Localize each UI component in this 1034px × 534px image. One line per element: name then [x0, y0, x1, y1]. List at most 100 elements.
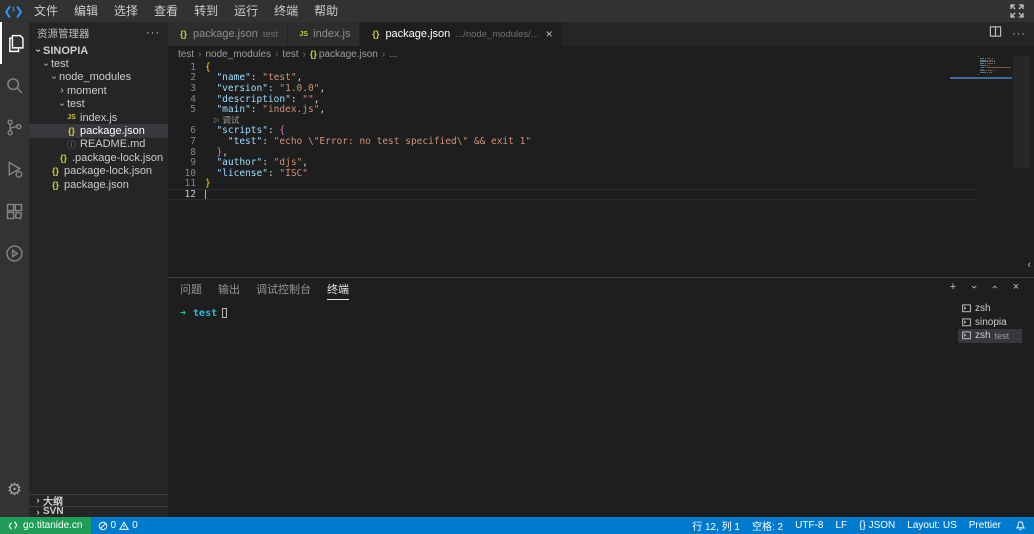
tree-item-SINOPIA[interactable]: ›SINOPIA [29, 44, 168, 57]
tree-item-node_modules[interactable]: ›node_modules [29, 71, 168, 84]
warnings-icon [119, 521, 129, 531]
maximize-panel-icon[interactable]: › [989, 281, 1001, 293]
notifications-bell-icon[interactable] [1007, 520, 1034, 531]
status-item-UTF-8[interactable]: UTF-8 [789, 520, 829, 531]
tab-index.js[interactable]: JSindex.js [288, 22, 360, 46]
tree-item-label: test [51, 58, 69, 70]
code-line-6[interactable]: 6 "scripts": { [168, 126, 978, 137]
tree-item-label: README.md [80, 138, 145, 150]
tree-item-package.json[interactable]: {}package.json [29, 178, 168, 191]
menu-转到[interactable]: 转到 [186, 0, 226, 22]
tree-item-test[interactable]: ›test [29, 57, 168, 70]
tree-item-label: index.js [80, 112, 117, 124]
run-debug-icon[interactable] [0, 148, 29, 190]
line-number: 11 [168, 178, 196, 189]
terminal-instance-zsh[interactable]: zsh [958, 302, 1022, 316]
breadcrumb-label: ... [389, 49, 397, 60]
collapse-right-chevron-icon[interactable]: ‹ [1027, 259, 1031, 271]
new-terminal-icon[interactable]: + [947, 281, 959, 293]
source-control-icon[interactable] [0, 106, 29, 148]
menu-编辑[interactable]: 编辑 [66, 0, 106, 22]
minimap[interactable] [978, 56, 1012, 78]
js-file-icon: JS [297, 31, 310, 38]
breadcrumb-item-package.json[interactable]: ›{}package.json [299, 49, 378, 60]
status-item-Layout-US[interactable]: Layout: US [901, 520, 962, 531]
menu-选择[interactable]: 选择 [106, 0, 146, 22]
live-server-icon[interactable] [0, 232, 29, 274]
breadcrumb-label: test [178, 49, 194, 60]
code-line-9[interactable]: 9 "author": "djs", [168, 157, 978, 168]
status-item--JSON[interactable]: {} JSON [853, 520, 901, 531]
code-line-1[interactable]: 1{ [168, 62, 978, 73]
section-大纲[interactable]: ›大纲 [29, 494, 168, 506]
tree-item-label: node_modules [59, 71, 131, 83]
file-tree: ›SINOPIA›test›node_modules›moment›testJS… [29, 44, 168, 191]
menu-运行[interactable]: 运行 [226, 0, 266, 22]
breadcrumb-item-test[interactable]: test [178, 49, 194, 60]
status-item-LF[interactable]: LF [829, 520, 853, 531]
tab-package.json[interactable]: {}package.jsontest [168, 22, 288, 46]
line-content: "test": "echo \"Error: no test specified… [205, 136, 531, 147]
tree-item-package-lock.json[interactable]: {}package-lock.json [29, 165, 168, 178]
split-editor-icon[interactable] [989, 25, 1002, 43]
tree-item-package.json[interactable]: {}package.json [29, 124, 168, 137]
code-line-10[interactable]: 10 "license": "ISC" [168, 168, 978, 179]
code-line-5[interactable]: 5 "main": "index.js", [168, 104, 978, 115]
codelens-debug[interactable]: ▷调试 [168, 115, 978, 126]
menu-查看[interactable]: 查看 [146, 0, 186, 22]
problems-status[interactable]: 0 0 [91, 520, 145, 531]
line-content: } [205, 178, 211, 189]
code-editor[interactable]: 1{2 "name": "test",3 "version": "1.0.0",… [168, 62, 978, 277]
close-tab-icon[interactable]: × [546, 27, 553, 41]
code-line-3[interactable]: 3 "version": "1.0.0", [168, 83, 978, 94]
close-panel-icon[interactable]: × [1010, 281, 1022, 293]
search-icon[interactable] [0, 64, 29, 106]
breadcrumb-item-node_modules[interactable]: ›node_modules [194, 49, 271, 60]
terminal-profile-dropdown-icon[interactable]: › [968, 281, 980, 293]
title-bar: ❮¹❯ 文件编辑选择查看转到运行终端帮助 [0, 0, 1034, 22]
code-line-8[interactable]: 8 }, [168, 147, 978, 158]
editor-more-actions-icon[interactable]: ··· [1012, 28, 1026, 40]
terminal-instance-sinopia[interactable]: sinopia [958, 316, 1022, 330]
vscode-window: ❮¹❯ 文件编辑选择查看转到运行终端帮助 [0, 0, 1034, 534]
status-item-Prettier[interactable]: Prettier [963, 520, 1007, 531]
fullscreen-icon[interactable] [1010, 4, 1024, 18]
terminal-instance-zsh-test[interactable]: zshtest [958, 329, 1022, 343]
extensions-icon[interactable] [0, 190, 29, 232]
explorer-more-actions-icon[interactable]: ··· [146, 27, 160, 39]
panel-tab-输出[interactable]: 输出 [218, 278, 240, 300]
tree-item-test[interactable]: ›test [29, 98, 168, 111]
editor-scrollbar[interactable] [1013, 56, 1030, 168]
menu-终端[interactable]: 终端 [266, 0, 306, 22]
breadcrumb-item-...[interactable]: ›... [378, 49, 398, 60]
tree-item-.package-lock.json[interactable]: {}.package-lock.json [29, 151, 168, 164]
chevron-collapsed-icon: › [33, 495, 43, 505]
tree-item-moment[interactable]: ›moment [29, 84, 168, 97]
settings-gear-icon[interactable]: ⚙ [0, 469, 29, 511]
terminal-output[interactable]: ➜test [180, 308, 227, 319]
remote-indicator[interactable]: go.titanide.cn [0, 517, 91, 534]
tree-item-index.js[interactable]: JSindex.js [29, 111, 168, 124]
code-line-7[interactable]: 7 "test": "echo \"Error: no test specifi… [168, 136, 978, 147]
panel-tab-终端[interactable]: 终端 [327, 278, 349, 300]
code-line-4[interactable]: 4 "description": "", [168, 94, 978, 105]
section-SVN[interactable]: ›SVN [29, 506, 168, 518]
tree-item-label: SINOPIA [43, 45, 88, 57]
tab-package.json[interactable]: {}package.json.../node_modules/...× [360, 22, 562, 46]
code-line-2[interactable]: 2 "name": "test", [168, 73, 978, 84]
code-line-11[interactable]: 11} [168, 179, 978, 190]
code-line-12[interactable]: 12 [168, 189, 978, 200]
chevron-collapsed-icon: › [33, 507, 43, 517]
menu-帮助[interactable]: 帮助 [306, 0, 346, 22]
panel-tab-问题[interactable]: 问题 [180, 278, 202, 300]
status-item--12-1[interactable]: 行 12, 列 1 [686, 518, 746, 533]
menu-文件[interactable]: 文件 [26, 0, 66, 22]
panel-tab-调试控制台[interactable]: 调试控制台 [256, 278, 311, 300]
status-item--2[interactable]: 空格: 2 [746, 518, 789, 533]
md-file-icon: ⓘ [65, 138, 78, 151]
tree-item-README.md[interactable]: ⓘREADME.md [29, 138, 168, 151]
breadcrumb-item-test[interactable]: ›test [271, 49, 298, 60]
json-file-icon: {} [369, 29, 382, 39]
explorer-icon[interactable] [0, 22, 29, 64]
json-file-icon: {} [49, 166, 62, 176]
